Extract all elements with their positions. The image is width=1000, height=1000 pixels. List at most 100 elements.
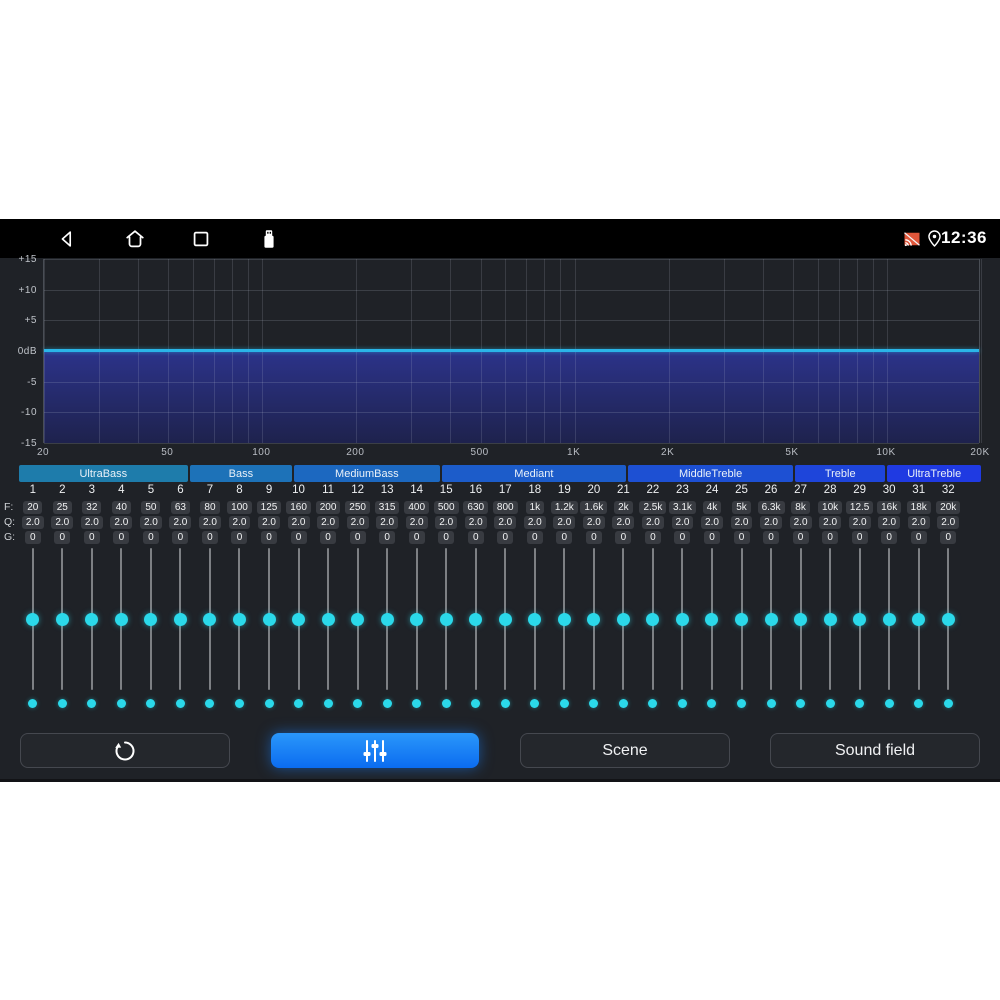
eq-band-slider[interactable] xyxy=(697,548,727,690)
x-tick-label: 50 xyxy=(161,447,174,458)
eq-band-slider[interactable] xyxy=(107,548,137,690)
eq-band-slider[interactable] xyxy=(520,548,550,690)
gain-value: 0 xyxy=(526,530,543,544)
gain-value: 0 xyxy=(822,530,839,544)
eq-band-slider[interactable] xyxy=(343,548,373,690)
eq-band-slider[interactable] xyxy=(727,548,757,690)
slider-knob[interactable] xyxy=(646,613,660,626)
gain-value: 0 xyxy=(320,530,337,544)
eq-band-slider[interactable] xyxy=(313,548,343,690)
slider-knob[interactable] xyxy=(85,613,99,626)
band-number: 28 xyxy=(823,484,837,496)
home-icon[interactable] xyxy=(124,228,146,250)
slider-knob[interactable] xyxy=(882,613,896,626)
slider-knob[interactable] xyxy=(735,613,749,626)
eq-band-slider[interactable] xyxy=(579,548,609,690)
slider-knob[interactable] xyxy=(55,613,69,626)
slider-knob[interactable] xyxy=(853,613,867,626)
slider-knob[interactable] xyxy=(764,613,778,626)
slider-knob[interactable] xyxy=(675,613,689,626)
sound-field-button[interactable]: Sound field xyxy=(770,733,980,768)
eq-band-slider[interactable] xyxy=(815,548,845,690)
eq-band-slider[interactable] xyxy=(550,548,580,690)
eq-band-slider[interactable] xyxy=(638,548,668,690)
slider-knob[interactable] xyxy=(912,613,926,626)
reset-button[interactable] xyxy=(20,733,230,768)
gain-cell: 0 xyxy=(372,530,402,544)
slider-knob[interactable] xyxy=(26,613,40,626)
slider-knob[interactable] xyxy=(114,613,128,626)
freq-cell: 20 xyxy=(18,500,48,514)
freq-value: 12.5 xyxy=(845,500,874,514)
slider-knob[interactable] xyxy=(232,613,246,626)
band-number-row: 1 2 3 4 5 6 7 8 9 10 11 12 13 14 15 16 1… xyxy=(18,483,963,497)
eq-band-slider[interactable] xyxy=(18,548,48,690)
eq-band-slider[interactable] xyxy=(372,548,402,690)
slider-knob[interactable] xyxy=(823,613,837,626)
slider-knob[interactable] xyxy=(528,613,542,626)
slider-knob[interactable] xyxy=(705,613,719,626)
gain-cell: 0 xyxy=(491,530,521,544)
eq-band-slider[interactable] xyxy=(874,548,904,690)
freq-cell: 18k xyxy=(904,500,934,514)
q-cell: 2.0 xyxy=(697,515,727,529)
eq-band-slider[interactable] xyxy=(166,548,196,690)
slider-knob[interactable] xyxy=(351,613,365,626)
recents-icon[interactable] xyxy=(190,228,212,250)
gain-value-row: 0 0 0 0 0 0 0 0 0 0 0 0 0 0 0 0 0 0 0 0 … xyxy=(18,530,963,544)
eq-band-slider[interactable] xyxy=(284,548,314,690)
slider-knob[interactable] xyxy=(469,613,483,626)
band-indicator-cell xyxy=(461,698,491,708)
slider-knob[interactable] xyxy=(321,613,335,626)
slider-knob[interactable] xyxy=(144,613,158,626)
band-indicator-dot xyxy=(618,698,628,708)
eq-band-slider[interactable] xyxy=(136,548,166,690)
slider-knob[interactable] xyxy=(439,613,453,626)
slider-knob[interactable] xyxy=(616,613,630,626)
q-value: 2.0 xyxy=(464,515,487,529)
gain-value: 0 xyxy=(54,530,71,544)
freq-value: 20 xyxy=(23,500,43,514)
eq-band-slider[interactable] xyxy=(668,548,698,690)
band-indicator-cell xyxy=(77,698,107,708)
eq-band-slider[interactable] xyxy=(431,548,461,690)
cast-icon[interactable] xyxy=(902,229,922,249)
eq-band-slider[interactable] xyxy=(845,548,875,690)
slider-knob[interactable] xyxy=(410,613,424,626)
band-indicator-dot xyxy=(825,698,835,708)
slider-knob[interactable] xyxy=(941,613,955,626)
eq-band-slider[interactable] xyxy=(491,548,521,690)
freq-cell: 32 xyxy=(77,500,107,514)
slider-knob[interactable] xyxy=(557,613,571,626)
band-indicator-dot xyxy=(87,698,97,708)
eq-band-slider[interactable] xyxy=(904,548,934,690)
band-indicator-dot xyxy=(264,698,274,708)
usb-icon[interactable] xyxy=(258,228,280,250)
eq-band-slider[interactable] xyxy=(254,548,284,690)
slider-knob[interactable] xyxy=(498,613,512,626)
eq-band-slider[interactable] xyxy=(402,548,432,690)
eq-band-slider[interactable] xyxy=(609,548,639,690)
eq-band-slider[interactable] xyxy=(225,548,255,690)
band-indicator-cell xyxy=(579,698,609,708)
slider-knob[interactable] xyxy=(262,613,276,626)
eq-band-slider[interactable] xyxy=(461,548,491,690)
slider-knob[interactable] xyxy=(380,613,394,626)
eq-band-slider[interactable] xyxy=(933,548,963,690)
equalizer-button[interactable] xyxy=(271,733,479,768)
scene-button[interactable]: Scene xyxy=(520,733,730,768)
eq-band-slider[interactable] xyxy=(756,548,786,690)
band-indicator-dot xyxy=(855,698,865,708)
back-icon[interactable] xyxy=(56,228,78,250)
eq-band-slider[interactable] xyxy=(195,548,225,690)
freq-value: 16k xyxy=(877,500,902,514)
slider-knob[interactable] xyxy=(203,613,217,626)
band-indicator-dot xyxy=(234,698,244,708)
slider-knob[interactable] xyxy=(292,613,306,626)
slider-knob[interactable] xyxy=(794,613,808,626)
eq-band-slider[interactable] xyxy=(77,548,107,690)
slider-knob[interactable] xyxy=(173,613,187,626)
slider-knob[interactable] xyxy=(587,613,601,626)
eq-band-slider[interactable] xyxy=(48,548,78,690)
eq-band-slider[interactable] xyxy=(786,548,816,690)
